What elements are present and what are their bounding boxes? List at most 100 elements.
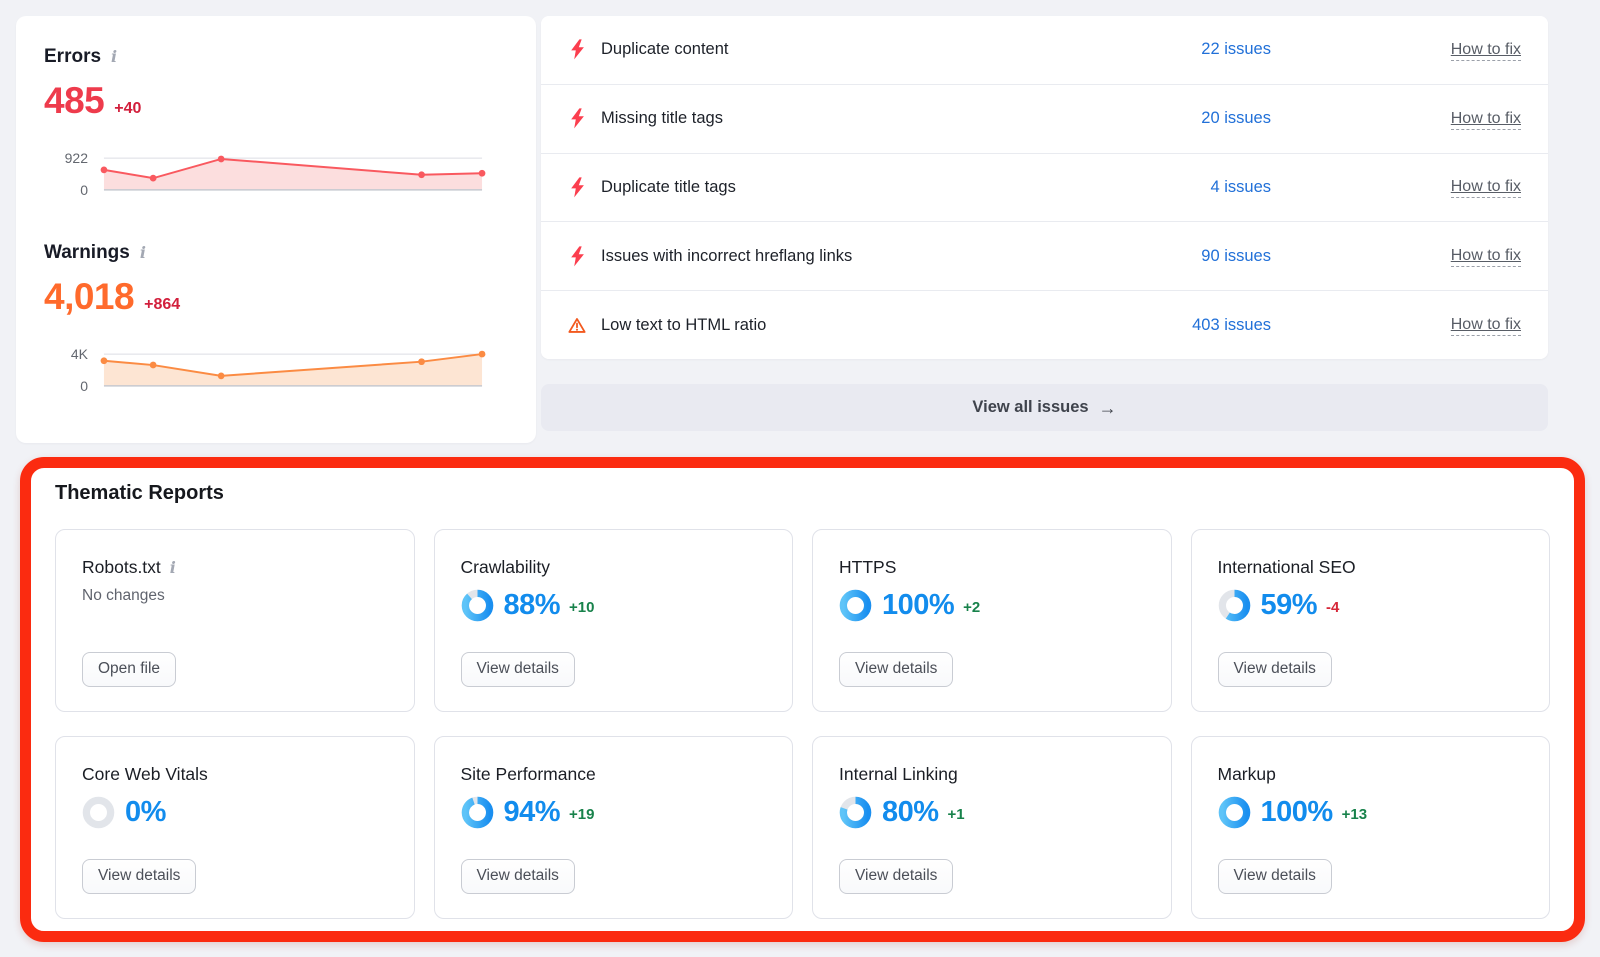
robots-status-text: No changes [82, 587, 165, 605]
score-delta: +1 [948, 802, 965, 823]
score-row: 100% +13 [1218, 796, 1368, 829]
view-all-issues-button[interactable]: View all issues → [541, 384, 1548, 431]
issue-row: Low text to HTML ratio 403 issues How to… [541, 290, 1548, 359]
score-percent: 0% [125, 798, 166, 827]
card-button-label: View details [855, 867, 937, 885]
score-ring [1218, 589, 1251, 622]
lightning-bolt-icon [568, 108, 586, 129]
warnings-sparkline-chart [100, 348, 486, 392]
view-all-issues-label: View all issues [972, 398, 1088, 417]
card-button[interactable]: View details [1218, 652, 1332, 687]
card-button[interactable]: View details [461, 652, 575, 687]
errors-title: Errors [44, 46, 101, 68]
fix-column: How to fix [1271, 178, 1521, 196]
thematic-card: Site Performance 94% +19 View details [434, 736, 794, 919]
lightning-bolt-icon [568, 246, 586, 267]
card-button-label: Open file [98, 660, 160, 678]
score-percent: 100% [1261, 798, 1333, 827]
issue-label: Issues with incorrect hreflang links [601, 247, 852, 266]
card-title: Crawlability [461, 557, 550, 578]
issue-count-link[interactable]: 20 issues [1201, 109, 1271, 128]
warnings-delta: +864 [144, 296, 180, 314]
issue-count-link[interactable]: 4 issues [1210, 178, 1271, 197]
score-delta: +19 [569, 802, 594, 823]
thematic-card: HTTPS 100% +2 View details [812, 529, 1172, 712]
score-ring [461, 589, 494, 622]
thematic-cards-grid: Robots.txt i No changes Open file Crawla… [55, 529, 1550, 919]
warnings-sparkline: 4K 0 [44, 348, 486, 392]
card-button-label: View details [1234, 660, 1316, 678]
fix-column: How to fix [1271, 41, 1521, 59]
score-percent: 88% [504, 591, 561, 620]
how-to-fix-link[interactable]: How to fix [1451, 316, 1521, 336]
card-title: Markup [1218, 764, 1276, 785]
axis-max-label: 922 [65, 150, 88, 166]
issue-label: Missing title tags [601, 109, 723, 128]
how-to-fix-link[interactable]: How to fix [1451, 41, 1521, 61]
score-delta: +13 [1342, 802, 1367, 823]
errors-sparkline: 922 0 [44, 152, 486, 196]
card-title: Core Web Vitals [82, 764, 208, 785]
thematic-card: Crawlability 88% +10 View details [434, 529, 794, 712]
fix-column: How to fix [1271, 247, 1521, 265]
card-button-label: View details [477, 660, 559, 678]
how-to-fix-link[interactable]: How to fix [1451, 178, 1521, 198]
card-button-label: View details [855, 660, 937, 678]
card-button[interactable]: View details [461, 859, 575, 894]
card-button[interactable]: Open file [82, 652, 176, 687]
lightning-bolt-icon [568, 177, 586, 198]
card-button[interactable]: View details [839, 859, 953, 894]
issue-row: Duplicate title tags 4 issues How to fix [541, 153, 1548, 222]
site-audit-dashboard: { "colors": { "page_bg": "#f1f2f6", "err… [0, 0, 1600, 957]
info-icon[interactable]: i [140, 245, 146, 261]
summary-card: Errors i 485 +40 922 0 Warnings i 4,018 … [16, 16, 536, 443]
warning-triangle-icon [568, 317, 586, 334]
thematic-reports-panel annotation-highlight: Thematic Reports Robots.txt i No changes… [20, 457, 1585, 942]
axis-min-label: 0 [80, 182, 88, 198]
card-title: Site Performance [461, 764, 596, 785]
issues-panel: Duplicate content 22 issues How to fix M… [541, 16, 1548, 359]
issue-label: Duplicate content [601, 40, 729, 59]
card-button[interactable]: View details [839, 652, 953, 687]
card-title: International SEO [1218, 557, 1356, 578]
score-percent: 94% [504, 798, 561, 827]
card-button[interactable]: View details [1218, 859, 1332, 894]
how-to-fix-link[interactable]: How to fix [1451, 247, 1521, 267]
issue-label: Low text to HTML ratio [601, 316, 766, 335]
score-row: 80% +1 [839, 796, 965, 829]
score-percent: 100% [882, 591, 954, 620]
card-title: Robots.txt [82, 557, 161, 578]
score-ring [839, 589, 872, 622]
score-row: 0% [82, 796, 166, 829]
score-delta: -4 [1326, 595, 1339, 616]
card-button-label: View details [1234, 867, 1316, 885]
issue-count-link[interactable]: 403 issues [1192, 316, 1271, 335]
info-icon[interactable]: i [170, 560, 176, 576]
thematic-card: Markup 100% +13 View details [1191, 736, 1551, 919]
card-title: Internal Linking [839, 764, 958, 785]
fix-column: How to fix [1271, 316, 1521, 334]
issue-row: Duplicate content 22 issues How to fix [541, 16, 1548, 84]
card-button-label: View details [477, 867, 559, 885]
issue-count-link[interactable]: 22 issues [1201, 40, 1271, 59]
warnings-title: Warnings [44, 242, 130, 264]
issue-label: Duplicate title tags [601, 178, 736, 197]
card-title: HTTPS [839, 557, 896, 578]
thematic-card: Core Web Vitals 0% View details [55, 736, 415, 919]
axis-max-label: 4K [71, 346, 88, 362]
issue-row: Issues with incorrect hreflang links 90 … [541, 221, 1548, 290]
card-button[interactable]: View details [82, 859, 196, 894]
axis-min-label: 0 [80, 378, 88, 394]
thematic-reports-heading: Thematic Reports [55, 482, 1550, 505]
thematic-card: Robots.txt i No changes Open file [55, 529, 415, 712]
how-to-fix-link[interactable]: How to fix [1451, 110, 1521, 130]
score-row: 88% +10 [461, 589, 595, 622]
errors-sparkline-axis: 922 0 [44, 152, 100, 196]
score-row: 59% -4 [1218, 589, 1340, 622]
card-button-label: View details [98, 867, 180, 885]
score-delta: +10 [569, 595, 594, 616]
issue-count-link[interactable]: 90 issues [1201, 247, 1271, 266]
score-ring [461, 796, 494, 829]
info-icon[interactable]: i [111, 49, 117, 65]
warnings-sparkline-axis: 4K 0 [44, 348, 100, 392]
